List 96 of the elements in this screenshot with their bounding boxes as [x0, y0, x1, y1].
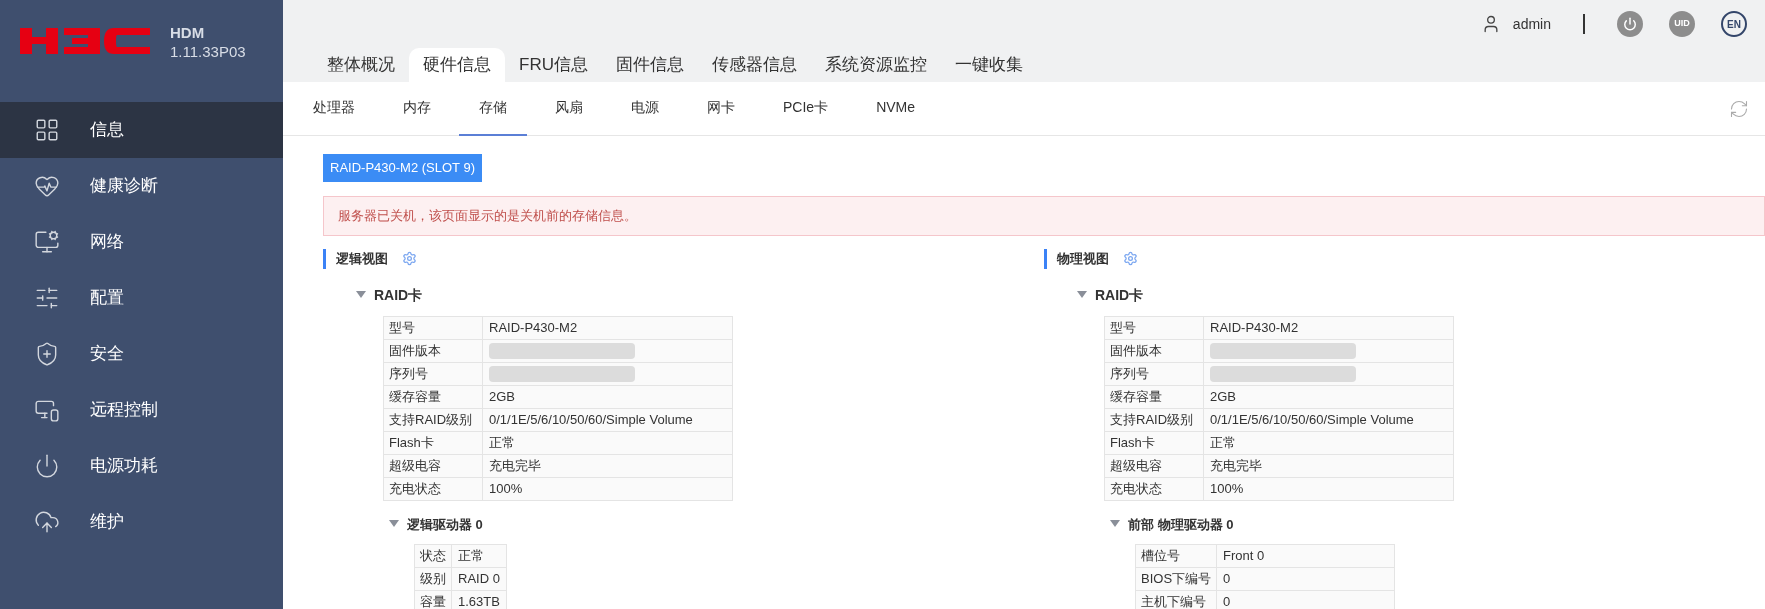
- sidebar-item[interactable]: 电源功耗: [0, 438, 283, 494]
- product-name: HDM: [170, 24, 206, 43]
- table-cell: 0/1/1E/5/6/10/50/60/Simple Volume: [1210, 411, 1414, 427]
- table-cell: 充电完毕: [489, 457, 541, 473]
- sidebar-label: 安全: [90, 343, 124, 366]
- power-icon: [34, 453, 60, 479]
- table-cell: 超级电容: [383, 454, 483, 477]
- table-cell: 序列号: [383, 362, 483, 385]
- table-cell: Flash卡: [1104, 431, 1204, 454]
- table-cell: 1.63TB: [458, 594, 500, 609]
- sidebar-item[interactable]: 安全: [0, 326, 283, 382]
- table-cell: 0/1/1E/5/6/10/50/60/Simple Volume: [489, 411, 693, 427]
- section-title: 逻辑视图: [336, 249, 388, 268]
- table-cell: RAID-P430-M2: [489, 319, 578, 335]
- table-cell: 容量: [414, 590, 452, 609]
- tab[interactable]: 硬件信息: [409, 48, 505, 82]
- group-title: 逻辑驱动器 0: [407, 515, 483, 534]
- table-cell: 固件版本: [1104, 339, 1204, 362]
- table-cell: 充电状态: [1104, 477, 1204, 500]
- sidebar-item[interactable]: 配置: [0, 270, 283, 326]
- table-cell: 序列号: [1104, 362, 1204, 385]
- tab[interactable]: FRU信息: [505, 48, 602, 82]
- subtab[interactable]: 风扇: [535, 81, 603, 136]
- caret-icon[interactable]: [1110, 520, 1120, 529]
- tab[interactable]: 系统资源监控: [810, 48, 941, 82]
- tab[interactable]: 整体概况: [313, 48, 409, 82]
- refresh-icon[interactable]: [1729, 98, 1749, 119]
- subtab[interactable]: 内存: [383, 81, 451, 136]
- sidebar-label: 信息: [90, 119, 124, 142]
- sidebar-item[interactable]: 维护: [0, 494, 283, 550]
- table-cell: 固件版本: [383, 339, 483, 362]
- group-title: RAID卡: [1095, 285, 1144, 305]
- table-cell: 主机下编号: [1135, 590, 1217, 609]
- table-cell: 缓存容量: [383, 385, 483, 408]
- subtab[interactable]: 电源: [611, 81, 679, 136]
- table-cell: 型号: [1104, 316, 1204, 339]
- sidebar-label: 电源功耗: [90, 455, 158, 478]
- sidebar-item[interactable]: 信息: [0, 102, 283, 158]
- power-button[interactable]: [1617, 11, 1643, 37]
- subtab[interactable]: 网卡: [687, 81, 755, 136]
- table-cell: Flash卡: [383, 431, 483, 454]
- table-cell: 缓存容量: [1104, 385, 1204, 408]
- caret-icon[interactable]: [389, 520, 399, 529]
- settings-icon[interactable]: [402, 251, 417, 266]
- sidebar-label: 远程控制: [90, 399, 158, 422]
- sidebar-label: 配置: [90, 287, 124, 310]
- table-cell: 充电完毕: [1210, 457, 1262, 473]
- table-cell: RAID-P430-M2: [1210, 319, 1299, 335]
- sidebar-label: 健康诊断: [90, 175, 158, 198]
- table-cell: 支持RAID级别: [383, 408, 483, 431]
- tab[interactable]: 固件信息: [601, 48, 698, 82]
- table-cell: 2GB: [1210, 388, 1236, 404]
- table-cell: 2GB: [489, 388, 515, 404]
- subtab[interactable]: NVMe: [856, 81, 936, 136]
- subtab[interactable]: 处理器: [293, 81, 375, 136]
- table-cell: Front 0: [1223, 548, 1265, 564]
- tab[interactable]: 传感器信息: [697, 48, 811, 82]
- caret-icon[interactable]: [1077, 291, 1087, 299]
- table-cell: 超级电容: [1104, 454, 1204, 477]
- table-cell: 0: [1223, 571, 1231, 587]
- table-cell: 充电状态: [383, 477, 483, 500]
- table-cell: 正常: [458, 548, 484, 564]
- grid-icon: [34, 117, 60, 143]
- table-cell: 正常: [489, 434, 515, 450]
- cloud-upload-icon: [34, 509, 60, 535]
- table-cell: BIOS下编号: [1135, 567, 1217, 591]
- caret-icon[interactable]: [356, 291, 366, 299]
- table-cell: 级别: [414, 567, 452, 591]
- monitor-icon: [34, 229, 60, 255]
- table-cell: 支持RAID级别: [1104, 408, 1204, 431]
- settings-icon[interactable]: [1123, 251, 1138, 266]
- table-cell: 正常: [1210, 434, 1236, 450]
- table-cell: 槽位号: [1135, 544, 1217, 568]
- version-text: 1.11.33P03: [170, 42, 246, 62]
- sidebar-item[interactable]: 网络: [0, 214, 283, 270]
- table-cell: RAID 0: [458, 571, 500, 587]
- section-title: 物理视图: [1057, 249, 1109, 268]
- table-cell: 100%: [1210, 480, 1244, 496]
- group-title: 前部 物理驱动器 0: [1128, 515, 1234, 534]
- power-icon: [1623, 17, 1637, 31]
- table-cell: 型号: [383, 316, 483, 339]
- sidebar-item[interactable]: 远程控制: [0, 382, 283, 438]
- username[interactable]: admin: [1512, 13, 1551, 35]
- tab[interactable]: 一键收集: [940, 48, 1037, 82]
- sidebar-label: 网络: [90, 231, 124, 254]
- group-title: RAID卡: [374, 285, 423, 305]
- subtab[interactable]: 存储: [459, 81, 527, 136]
- sidebar-label: 维护: [90, 511, 124, 534]
- sliders-icon: [34, 285, 60, 311]
- table-cell: 100%: [489, 480, 523, 496]
- subtab[interactable]: PCIe卡: [763, 81, 849, 136]
- sidebar-item[interactable]: 健康诊断: [0, 158, 283, 214]
- table-cell: 状态: [414, 544, 452, 568]
- alert-banner: 服务器已关机，该页面显示的是关机前的存储信息。: [323, 195, 1765, 236]
- table-cell: 0: [1223, 594, 1231, 609]
- language-button[interactable]: EN: [1721, 11, 1747, 37]
